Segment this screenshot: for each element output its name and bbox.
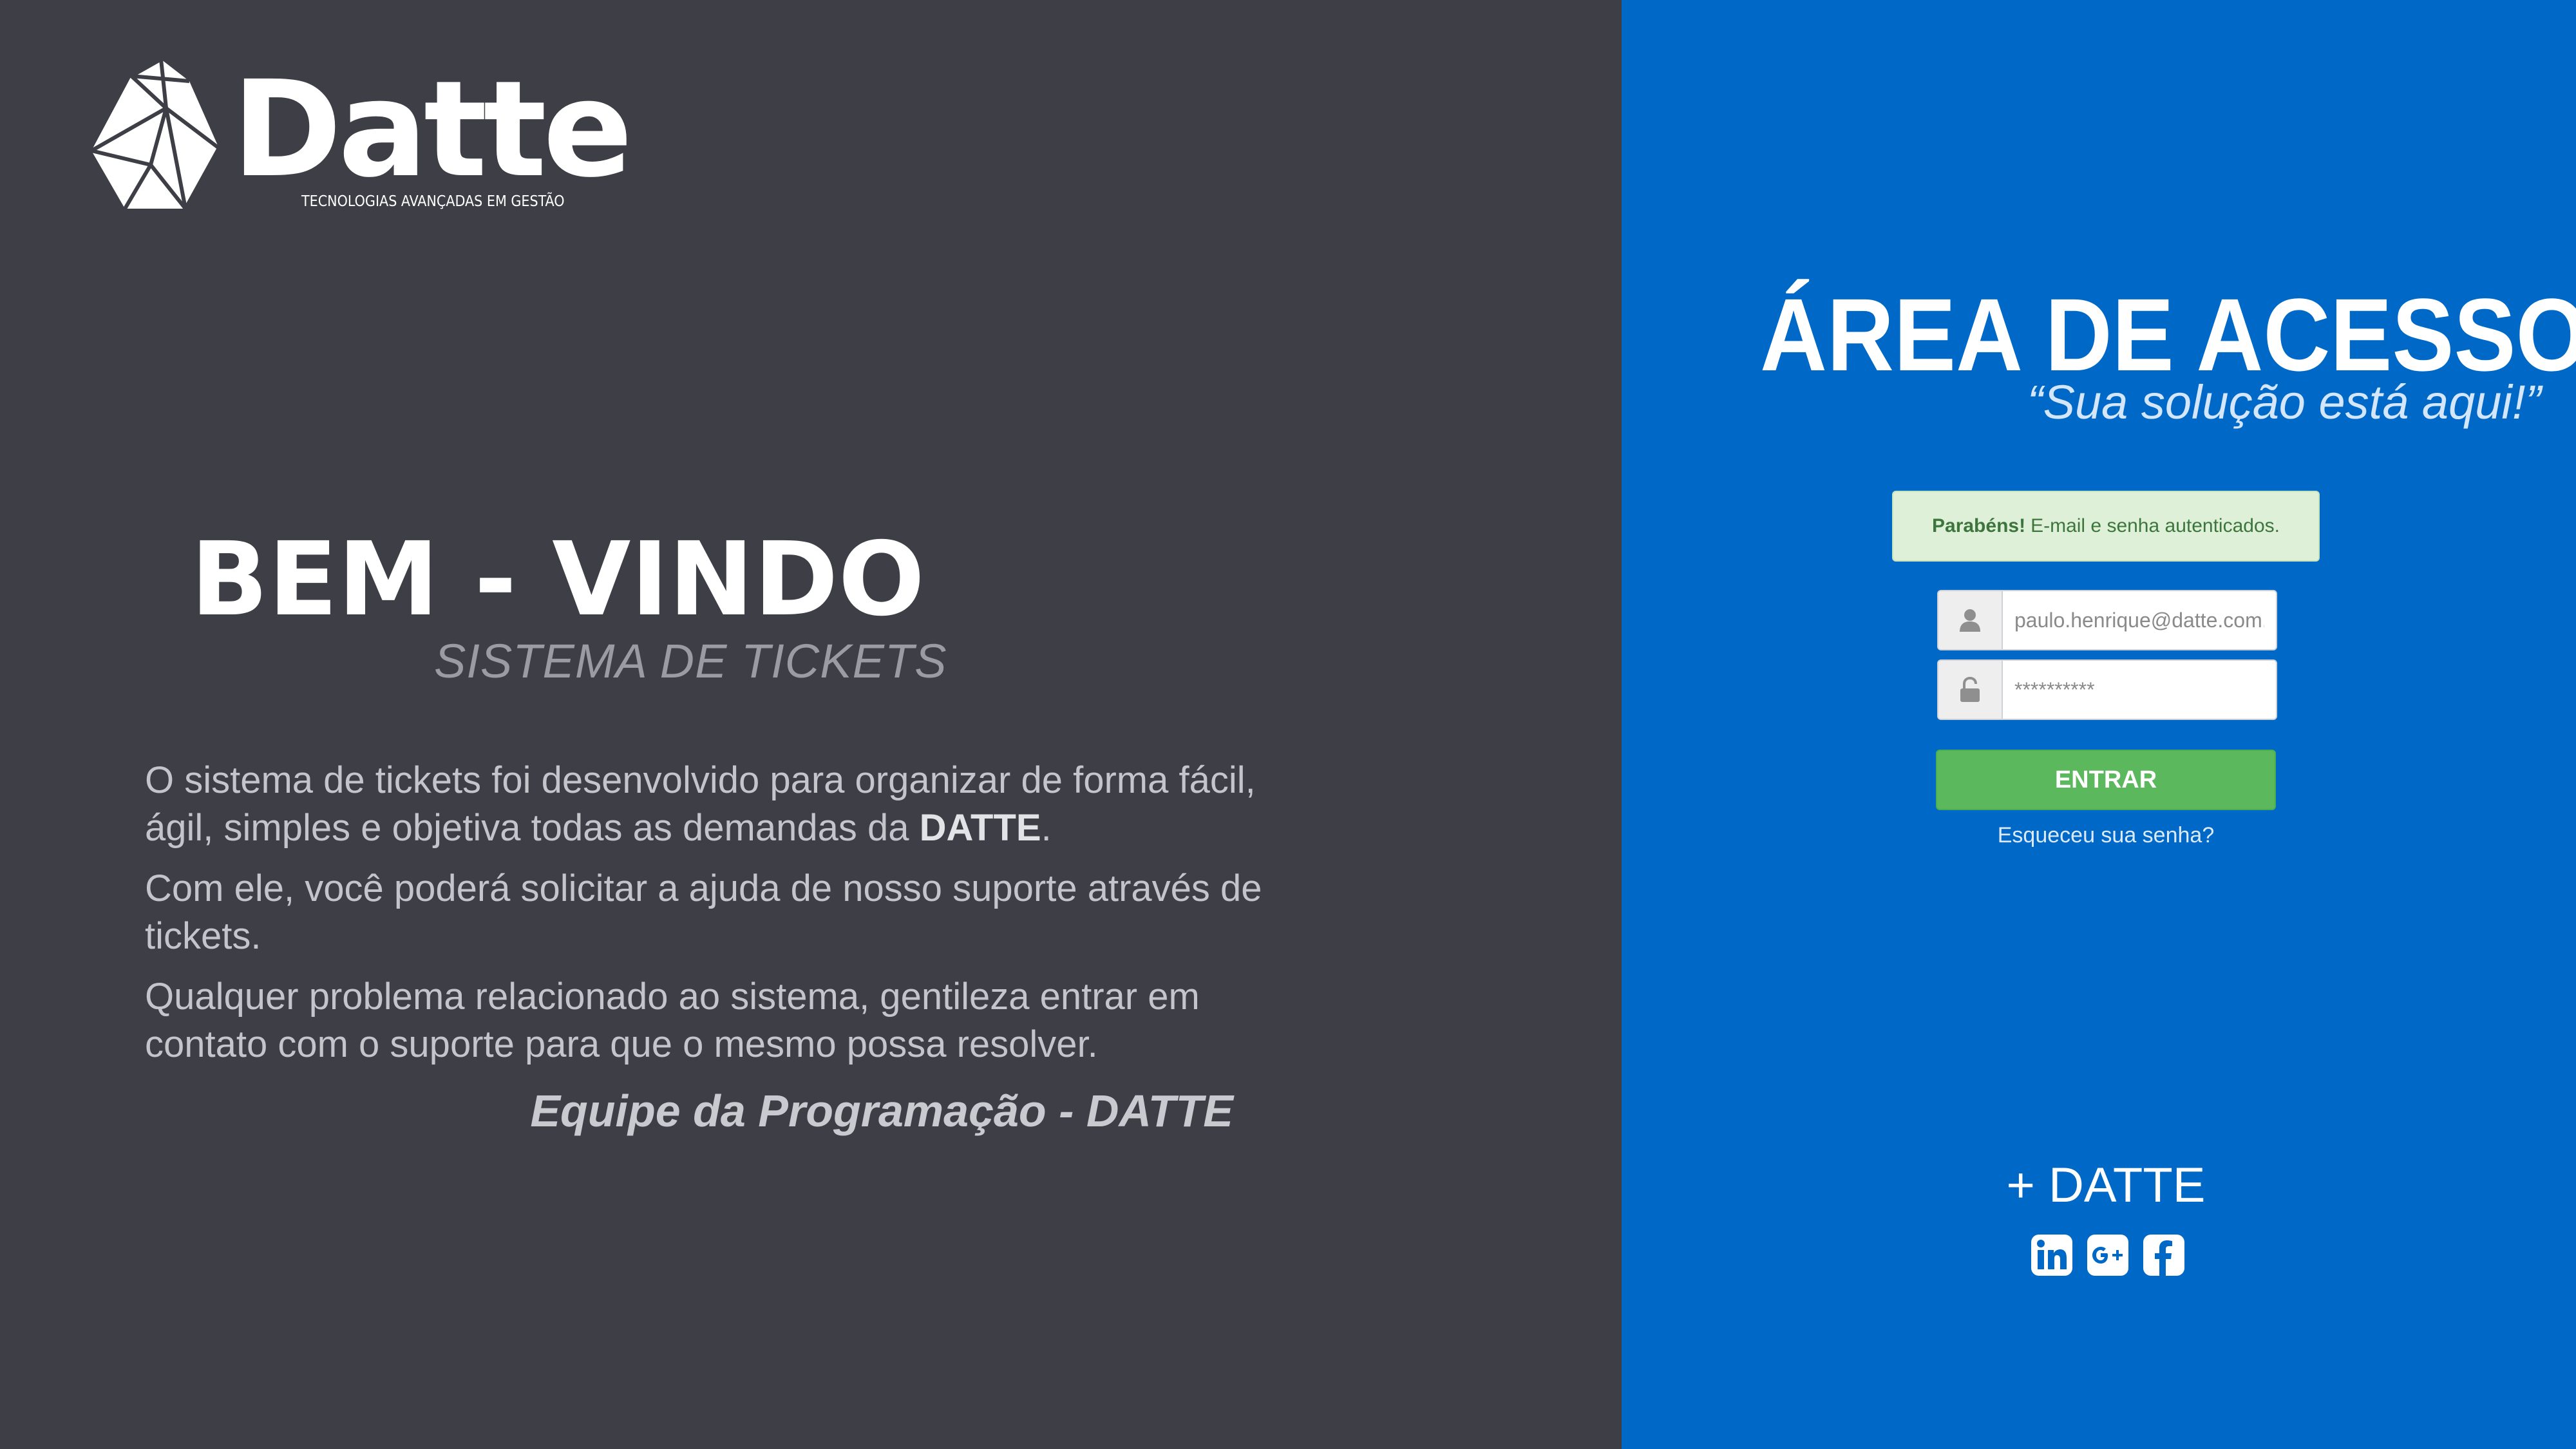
facebook-icon[interactable]: [2143, 1234, 2185, 1276]
social-links: [2031, 1234, 2185, 1279]
access-subtitle: “Sua solução está aqui!”: [2027, 375, 2542, 429]
forgot-password-link[interactable]: Esqueceu sua senha?: [1892, 823, 2320, 848]
alert-text: E-mail e senha autenticados.: [2031, 515, 2280, 536]
brand-logo: Datte TECNOLOGIAS AVANÇADAS EM GESTÃO: [89, 57, 633, 218]
faceted-polygon-logo-icon: [90, 57, 221, 210]
more-datte-label: + DATTE: [2006, 1158, 2206, 1213]
welcome-subtitle: SISTEMA DE TICKETS: [434, 634, 947, 688]
description-period: .: [1041, 807, 1052, 849]
team-signature: Equipe da Programação - DATTE: [530, 1086, 1233, 1136]
brand-tagline: TECNOLOGIAS AVANÇADAS EM GESTÃO: [301, 193, 565, 210]
login-panel: ÁREA DE ACESSO “Sua solução está aqui!” …: [1622, 0, 2576, 1449]
description-paragraph: O sistema de tickets foi desenvolvido pa…: [145, 757, 1265, 852]
description-paragraph: Com ele, você poderá solicitar a ajuda d…: [145, 867, 1262, 957]
google-plus-icon[interactable]: [2087, 1234, 2129, 1276]
alert-strong: Parabéns!: [1932, 515, 2026, 536]
brand-name: Datte: [232, 52, 633, 207]
password-input[interactable]: [2003, 661, 2276, 719]
enter-button[interactable]: ENTRAR: [1936, 750, 2276, 810]
user-icon: [1938, 591, 2003, 649]
unlock-icon: [1938, 661, 2003, 719]
welcome-title: BEM - VINDO: [191, 520, 925, 639]
email-field-group: [1937, 590, 2277, 650]
linkedin-icon[interactable]: [2031, 1234, 2073, 1276]
description-brand: DATTE: [919, 807, 1041, 849]
welcome-panel: Datte TECNOLOGIAS AVANÇADAS EM GESTÃO BE…: [0, 0, 1622, 1449]
description-text: O sistema de tickets foi desenvolvido pa…: [145, 759, 1256, 849]
email-input[interactable]: [2003, 591, 2276, 649]
success-alert: Parabéns! E-mail e senha autenticados.: [1892, 491, 2320, 562]
description-paragraph: Qualquer problema relacionado ao sistema…: [145, 976, 1200, 1065]
password-field-group: [1937, 659, 2277, 720]
welcome-description: O sistema de tickets foi desenvolvido pa…: [145, 757, 1265, 1081]
